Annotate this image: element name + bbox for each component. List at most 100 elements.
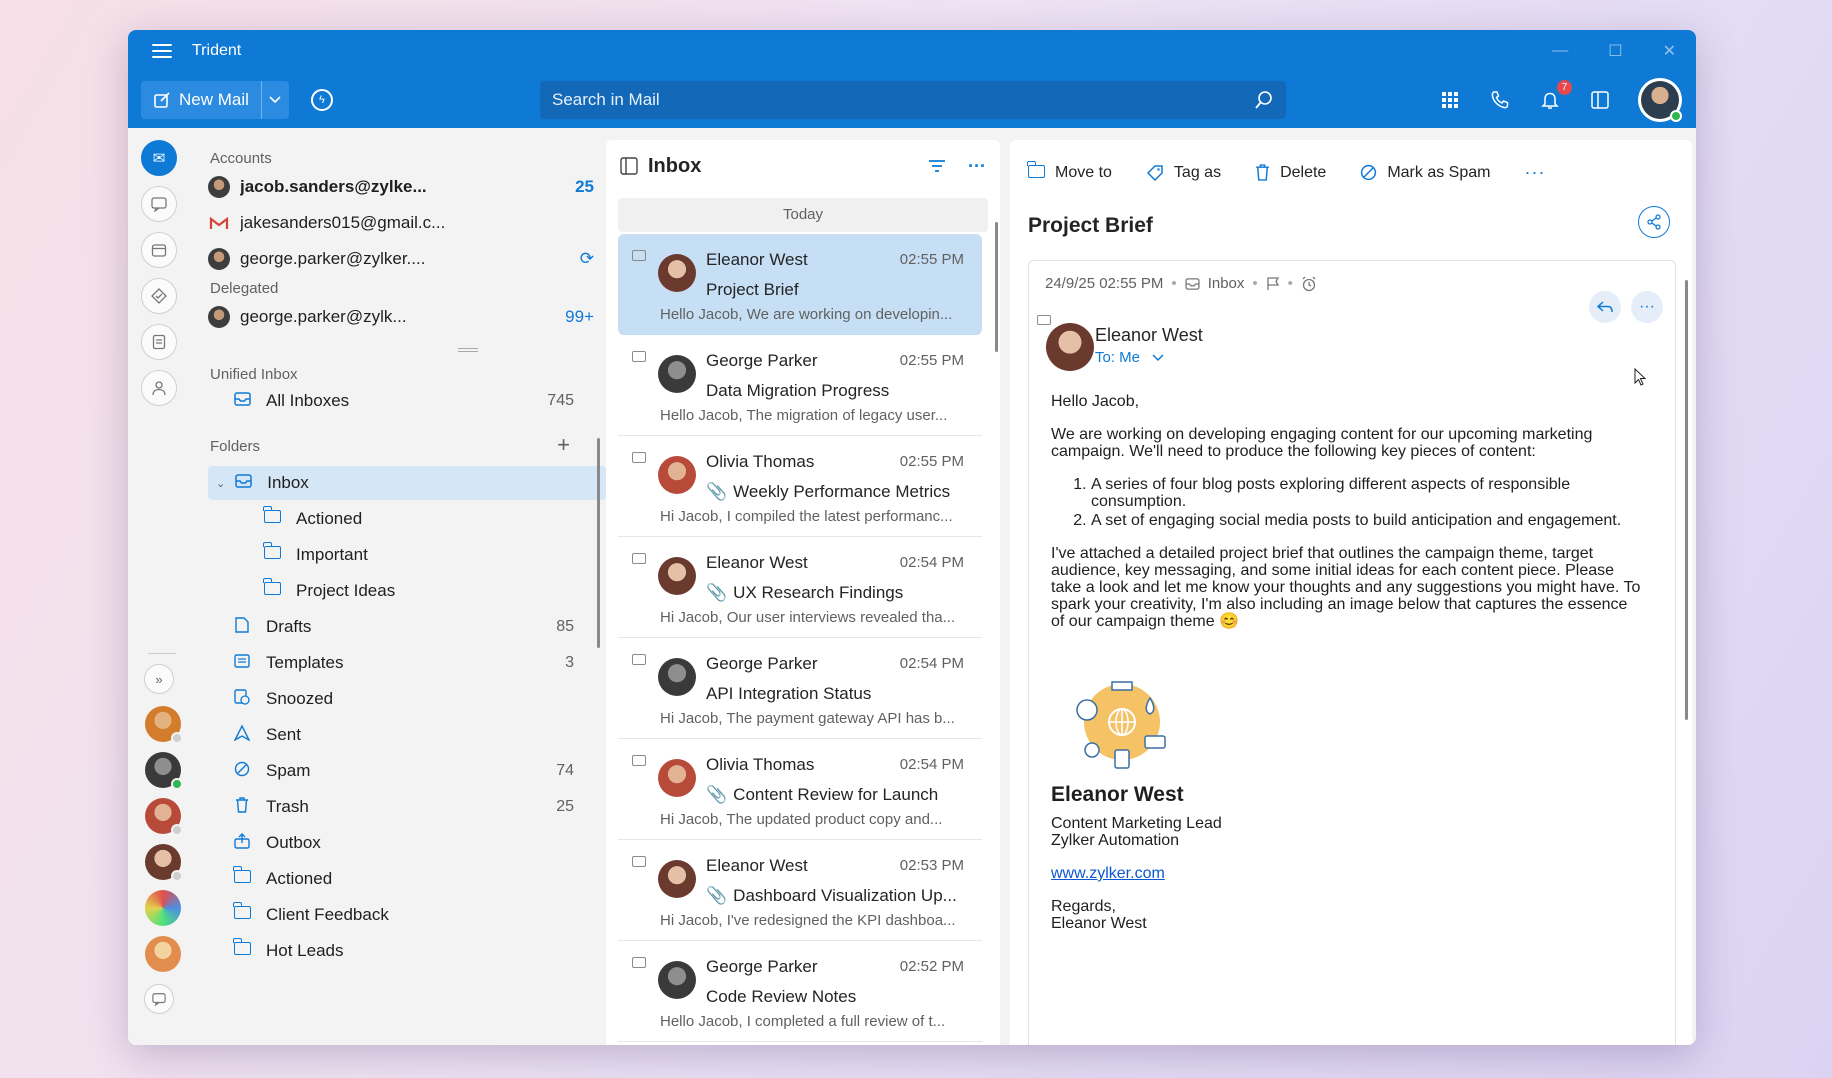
search-input[interactable]: [552, 90, 1254, 110]
folders-panel: Accounts jacob.sanders@zylke... 25 jakes…: [186, 128, 606, 1045]
message-folder[interactable]: Inbox: [1208, 275, 1245, 292]
mail-list-scrollbar[interactable]: [995, 222, 998, 352]
read-status-envelope-icon[interactable]: [632, 553, 646, 564]
tag-as-button[interactable]: Tag as: [1146, 164, 1221, 182]
reading-pane-scrollbar[interactable]: [1685, 280, 1688, 720]
group-avatar-1[interactable]: [145, 890, 181, 926]
folder-important[interactable]: Important: [246, 538, 582, 572]
folder-project-ideas[interactable]: Project Ideas: [246, 574, 582, 608]
sync-icon[interactable]: ⟳: [580, 249, 594, 269]
account-item[interactable]: jacob.sanders@zylke... 25: [208, 172, 594, 202]
read-status-envelope-icon[interactable]: [632, 351, 646, 362]
contact-avatar-3[interactable]: [145, 798, 183, 836]
add-folder-icon[interactable]: +: [557, 432, 570, 458]
resize-handle[interactable]: [458, 348, 478, 352]
feedback-icon[interactable]: [144, 984, 174, 1014]
sender-name[interactable]: Eleanor West: [1095, 325, 1203, 346]
folder-sent[interactable]: Sent: [216, 718, 582, 752]
new-mail-dropdown[interactable]: [260, 81, 289, 119]
folder-actioned[interactable]: Actioned: [246, 502, 582, 536]
toggle-pane-icon[interactable]: [620, 157, 638, 175]
sender-avatar: [658, 557, 696, 595]
panel-toggle-icon[interactable]: [1588, 88, 1612, 112]
signature-title: Content Marketing Lead: [1051, 815, 1222, 832]
mail-list-item[interactable]: Olivia Thomas 02:54 PM 📎 Content Review for…: [618, 739, 982, 840]
sender-avatar[interactable]: [1046, 323, 1094, 371]
flag-icon[interactable]: [1266, 276, 1280, 291]
mail-list-item[interactable]: Eleanor West 02:53 PM 📎 Dashboard Visualiza…: [618, 840, 982, 941]
folder-inbox[interactable]: ⌄ Inbox: [208, 466, 606, 500]
read-status-envelope-icon[interactable]: [632, 856, 646, 867]
mail-list-item[interactable]: Eleanor West 02:55 PM Project Brief Hello J…: [618, 234, 982, 335]
content-list: A series of four blog posts exploring di…: [1091, 476, 1645, 529]
notes-app-icon[interactable]: [141, 324, 177, 360]
recipients-toggle[interactable]: To: Me: [1095, 349, 1164, 366]
delete-button[interactable]: Delete: [1255, 164, 1326, 182]
account-item[interactable]: george.parker@zylker.... ⟳: [208, 244, 594, 274]
hamburger-menu-icon[interactable]: [152, 44, 172, 58]
read-status-envelope-icon[interactable]: [1037, 315, 1051, 325]
contact-avatar-2[interactable]: [145, 752, 183, 790]
folder-snoozed[interactable]: Snoozed: [216, 682, 582, 716]
profile-avatar[interactable]: [1638, 78, 1682, 122]
contact-avatar-1[interactable]: [145, 706, 183, 744]
share-icon[interactable]: [1638, 206, 1670, 238]
calendar-app-icon[interactable]: [141, 232, 177, 268]
folder-templates[interactable]: Templates 3: [216, 646, 582, 680]
minimize-icon[interactable]: —: [1552, 42, 1568, 60]
mail-list-item[interactable]: George Parker 02:54 PM API Integration Sta…: [618, 638, 982, 739]
group-avatar-2[interactable]: [145, 936, 181, 972]
message-more-icon[interactable]: ···: [1631, 291, 1663, 323]
contact-avatar-4[interactable]: [145, 844, 183, 882]
campaign-theme-image[interactable]: [1067, 674, 1177, 774]
draft-icon: [232, 616, 252, 638]
read-status-envelope-icon[interactable]: [632, 452, 646, 463]
folder-hot-leads[interactable]: Hot Leads: [216, 934, 582, 968]
delegated-account-item[interactable]: george.parker@zylk... 99+: [208, 302, 594, 332]
read-status-envelope-icon[interactable]: [632, 755, 646, 766]
read-status-envelope-icon[interactable]: [632, 957, 646, 968]
expand-rail-icon[interactable]: »: [144, 664, 174, 694]
mail-app-icon[interactable]: ✉: [141, 140, 177, 176]
folder-client-feedback[interactable]: Client Feedback: [216, 898, 582, 932]
folders-scrollbar[interactable]: [597, 438, 600, 648]
tasks-app-icon[interactable]: [141, 278, 177, 314]
filter-icon[interactable]: [928, 159, 946, 173]
quick-actions-bolt-icon[interactable]: ϟ: [310, 89, 333, 111]
mail-list-item[interactable]: George Parker 02:55 PM Data Migration Prog…: [618, 335, 982, 436]
apps-grid-icon[interactable]: [1438, 88, 1462, 112]
more-actions-icon[interactable]: ···: [1524, 162, 1545, 183]
contacts-app-icon[interactable]: [141, 370, 177, 406]
chat-app-icon[interactable]: [141, 186, 177, 222]
read-status-envelope-icon[interactable]: [632, 654, 646, 665]
account-item[interactable]: jakesanders015@gmail.c...: [208, 208, 594, 238]
chevron-down-icon[interactable]: ⌄: [216, 477, 225, 490]
reply-icon[interactable]: [1589, 291, 1621, 323]
signature-website-link[interactable]: www.zylker.com: [1051, 865, 1165, 882]
mail-list-item[interactable]: Eleanor West 02:54 PM 📎 UX Research Finding…: [618, 537, 982, 638]
folder-all-inboxes[interactable]: All Inboxes 745: [216, 384, 582, 418]
new-mail-button[interactable]: New Mail: [141, 81, 261, 119]
folder-trash[interactable]: Trash 25: [216, 790, 582, 824]
mail-list-item[interactable]: George Parker 02:52 PM Code Review Notes He…: [618, 941, 982, 1042]
search-icon[interactable]: [1254, 90, 1274, 110]
read-status-envelope-icon[interactable]: [632, 250, 646, 261]
notifications-bell-icon[interactable]: 7: [1538, 80, 1572, 112]
maximize-icon[interactable]: ☐: [1608, 41, 1622, 61]
account-unread-count: 25: [575, 177, 594, 196]
folder-spam[interactable]: Spam 74: [216, 754, 582, 788]
alarm-clock-icon[interactable]: [1301, 276, 1317, 292]
mail-preview: Hi Jacob, I compiled the latest performa…: [660, 508, 953, 525]
folder-outbox[interactable]: Outbox: [216, 826, 582, 860]
mail-list-item[interactable]: Olivia Thomas 02:55 PM 📎 Weekly Performance…: [618, 436, 982, 537]
phone-icon[interactable]: [1488, 88, 1512, 112]
move-to-button[interactable]: Move to: [1027, 160, 1112, 183]
mark-as-spam-button[interactable]: Mark as Spam: [1360, 164, 1490, 182]
close-icon[interactable]: ✕: [1663, 41, 1676, 61]
more-options-icon[interactable]: ···: [968, 156, 986, 177]
folder-label: Hot Leads: [266, 941, 344, 960]
snooze-clock-icon: [232, 688, 252, 710]
folder-actioned-2[interactable]: Actioned: [216, 862, 582, 896]
account-email: george.parker@zylk...: [240, 307, 407, 326]
folder-drafts[interactable]: Drafts 85: [216, 610, 582, 644]
